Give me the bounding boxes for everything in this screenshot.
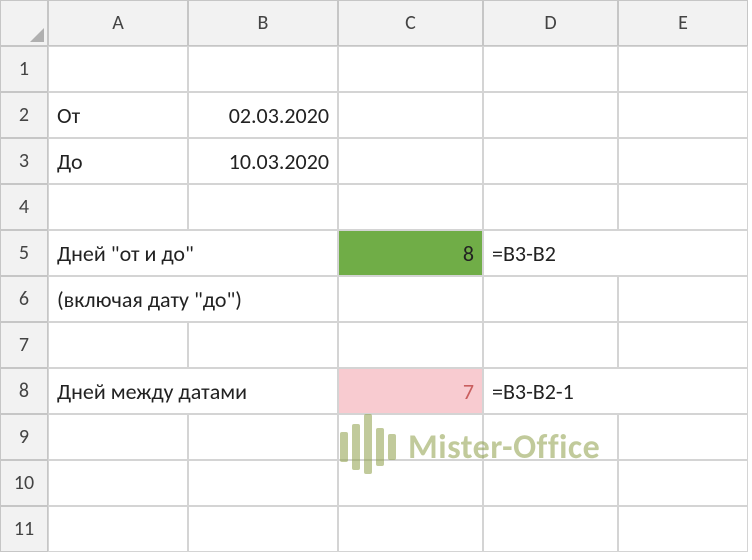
cell-E7[interactable] — [618, 322, 748, 368]
cell-A10[interactable] — [48, 460, 188, 506]
cell-C3[interactable] — [338, 138, 483, 184]
cell-E1[interactable] — [618, 46, 748, 92]
col-header-C[interactable]: C — [338, 0, 483, 46]
row-header-5[interactable]: 5 — [0, 230, 48, 276]
row-header-11[interactable]: 11 — [0, 506, 48, 552]
cell-C7[interactable] — [338, 322, 483, 368]
cell-E9[interactable] — [618, 414, 748, 460]
cell-C5[interactable]: 8 — [338, 230, 483, 276]
cell-A3[interactable]: До — [48, 138, 188, 184]
cell-B7[interactable] — [188, 322, 338, 368]
cell-A8[interactable]: Дней между датами — [48, 368, 338, 414]
cell-E2[interactable] — [618, 92, 748, 138]
cell-D7[interactable] — [483, 322, 618, 368]
cell-C4[interactable] — [338, 184, 483, 230]
spreadsheet-grid: A B C D E 1 2 От 02.03.2020 3 До 10.03.2… — [0, 0, 752, 552]
cell-C9[interactable] — [338, 414, 483, 460]
cell-D6[interactable] — [483, 276, 618, 322]
cell-A11[interactable] — [48, 506, 188, 552]
cell-A2[interactable]: От — [48, 92, 188, 138]
col-header-E[interactable]: E — [618, 0, 748, 46]
row-header-8[interactable]: 8 — [0, 368, 48, 414]
cell-C11[interactable] — [338, 506, 483, 552]
cell-B10[interactable] — [188, 460, 338, 506]
row-header-10[interactable]: 10 — [0, 460, 48, 506]
row-header-1[interactable]: 1 — [0, 46, 48, 92]
cell-C1[interactable] — [338, 46, 483, 92]
row-header-4[interactable]: 4 — [0, 184, 48, 230]
cell-D10[interactable] — [483, 460, 618, 506]
cell-A5[interactable]: Дней "от и до" — [48, 230, 338, 276]
cell-C10[interactable] — [338, 460, 483, 506]
cell-A1[interactable] — [48, 46, 188, 92]
col-header-B[interactable]: B — [188, 0, 338, 46]
cell-D3[interactable] — [483, 138, 618, 184]
cell-E11[interactable] — [618, 506, 748, 552]
cell-D1[interactable] — [483, 46, 618, 92]
row-header-3[interactable]: 3 — [0, 138, 48, 184]
cell-B3[interactable]: 10.03.2020 — [188, 138, 338, 184]
cell-B2[interactable]: 02.03.2020 — [188, 92, 338, 138]
cell-D9[interactable] — [483, 414, 618, 460]
cell-A4[interactable] — [48, 184, 188, 230]
cell-E4[interactable] — [618, 184, 748, 230]
cell-B1[interactable] — [188, 46, 338, 92]
cell-C2[interactable] — [338, 92, 483, 138]
cell-D5[interactable]: =B3-B2 — [483, 230, 748, 276]
cell-A7[interactable] — [48, 322, 188, 368]
cell-B4[interactable] — [188, 184, 338, 230]
cell-E10[interactable] — [618, 460, 748, 506]
col-header-D[interactable]: D — [483, 0, 618, 46]
cell-D8[interactable]: =B3-B2-1 — [483, 368, 748, 414]
cell-E3[interactable] — [618, 138, 748, 184]
cell-B9[interactable] — [188, 414, 338, 460]
select-all-corner[interactable] — [0, 0, 48, 46]
cell-A9[interactable] — [48, 414, 188, 460]
col-header-A[interactable]: A — [48, 0, 188, 46]
row-header-6[interactable]: 6 — [0, 276, 48, 322]
cell-D4[interactable] — [483, 184, 618, 230]
row-header-7[interactable]: 7 — [0, 322, 48, 368]
row-header-2[interactable]: 2 — [0, 92, 48, 138]
cell-B11[interactable] — [188, 506, 338, 552]
cell-A6[interactable]: (включая дату "до") — [48, 276, 338, 322]
cell-C6[interactable] — [338, 276, 483, 322]
row-header-9[interactable]: 9 — [0, 414, 48, 460]
cell-E6[interactable] — [618, 276, 748, 322]
cell-C8[interactable]: 7 — [338, 368, 483, 414]
cell-D11[interactable] — [483, 506, 618, 552]
cell-D2[interactable] — [483, 92, 618, 138]
